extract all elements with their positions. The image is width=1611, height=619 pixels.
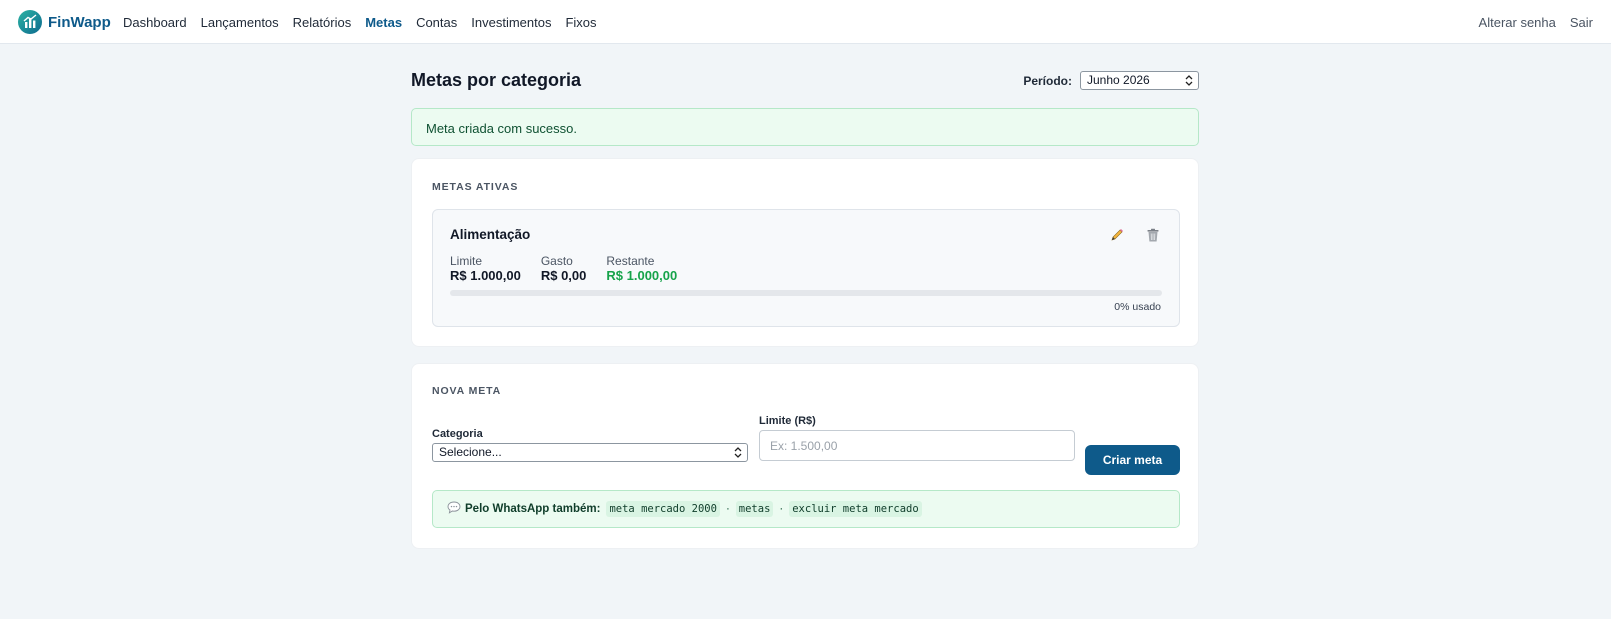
goal-spent-value: R$ 0,00 <box>540 268 587 283</box>
period-select[interactable]: Junho 2026 <box>1080 71 1199 90</box>
nav-metas[interactable]: Metas <box>365 15 402 30</box>
nav-fixos[interactable]: Fixos <box>565 15 596 30</box>
nav-investimentos[interactable]: Investimentos <box>471 15 551 30</box>
goal-progress-bar <box>450 290 1162 296</box>
nav-contas[interactable]: Contas <box>416 15 457 30</box>
period-label: Período: <box>1023 73 1072 88</box>
goal-remaining: Restante R$ 1.000,00 <box>606 254 677 284</box>
goal-item: Alimentação Limite R$ 1.000,00 Gasto R$ … <box>432 209 1180 327</box>
whatsapp-hint-title: Pelo WhatsApp também: <box>465 503 601 515</box>
user-nav: Alterar senha Sair <box>1465 0 1593 44</box>
goal-usage-text: 0% usado <box>1114 301 1161 313</box>
separator: · <box>725 503 730 515</box>
whatsapp-command: excluir meta mercado <box>789 501 922 517</box>
goal-spent: Gasto R$ 0,00 <box>541 254 587 284</box>
goal-limit-label: Limite <box>450 254 483 268</box>
active-goals-card: METAS ATIVAS Alimentação Limite R$ 1.000… <box>411 158 1199 347</box>
goal-remaining-value: R$ 1.000,00 <box>606 268 678 283</box>
goal-remaining-label: Restante <box>606 254 655 268</box>
period-select-value: Junho 2026 <box>1087 73 1150 87</box>
whatsapp-command: metas <box>735 501 774 517</box>
create-goal-button[interactable]: Criar meta <box>1085 445 1180 475</box>
success-alert: Meta criada com sucesso. <box>411 108 1199 146</box>
category-select-value: Selecione... <box>439 445 502 459</box>
separator: · <box>779 503 784 515</box>
whatsapp-command: meta mercado 2000 <box>606 501 720 517</box>
trash-icon[interactable] <box>1143 225 1163 245</box>
goal-category: Alimentação <box>450 227 531 242</box>
change-password-link[interactable]: Alterar senha <box>1479 15 1556 30</box>
category-label: Categoria <box>432 428 483 440</box>
nav-dashboard[interactable]: Dashboard <box>123 15 187 30</box>
chevron-updown-icon <box>1185 75 1193 86</box>
goal-limit-value: R$ 1.000,00 <box>450 268 521 283</box>
speech-bubble-icon <box>447 501 461 517</box>
limit-label: Limite (R$) <box>759 415 816 427</box>
logout-link[interactable]: Sair <box>1570 15 1593 30</box>
nav-lancamentos[interactable]: Lançamentos <box>201 15 279 30</box>
chart-logo-icon <box>18 10 42 34</box>
success-alert-message: Meta criada com sucesso. <box>426 121 578 136</box>
top-navbar: FinWapp Dashboard Lançamentos Relatórios… <box>0 0 1611 44</box>
goal-stats: Limite R$ 1.000,00 Gasto R$ 0,00 Restant… <box>450 254 697 284</box>
whatsapp-hint: Pelo WhatsApp também: meta mercado 2000 … <box>432 490 1180 528</box>
category-select[interactable]: Selecione... <box>432 443 748 462</box>
active-goals-heading: METAS ATIVAS <box>432 181 519 193</box>
pencil-icon[interactable] <box>1107 225 1127 245</box>
goal-actions <box>1091 225 1163 245</box>
limit-input[interactable] <box>759 430 1075 461</box>
brand[interactable]: FinWapp <box>18 10 111 34</box>
brand-name: FinWapp <box>48 13 111 31</box>
new-goal-heading: NOVA META <box>432 385 502 397</box>
new-goal-card: NOVA META Categoria Selecione... Limite … <box>411 363 1199 549</box>
goal-spent-label: Gasto <box>540 254 573 268</box>
chevron-updown-icon <box>734 447 742 458</box>
goal-limit: Limite R$ 1.000,00 <box>450 254 521 284</box>
nav-relatorios[interactable]: Relatórios <box>293 15 352 30</box>
page-title: Metas por categoria <box>411 70 582 90</box>
main-nav: Dashboard Lançamentos Relatórios Metas C… <box>123 0 611 44</box>
period-filter: Período: Junho 2026 <box>1023 71 1199 90</box>
